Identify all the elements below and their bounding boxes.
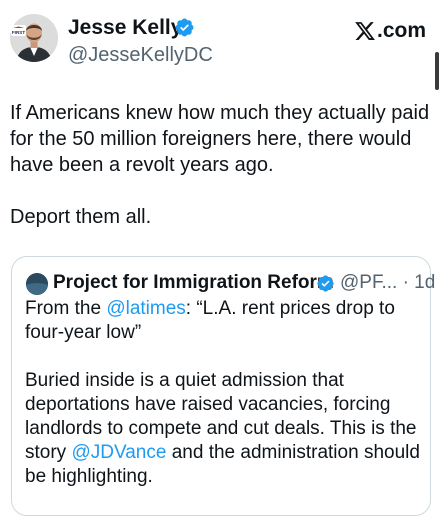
quoted-handle-time[interactable]: @PF... · 1d bbox=[340, 270, 435, 296]
quoted-tweet-card[interactable]: Project for Immigration Reform @PF... · … bbox=[11, 256, 435, 516]
mention-link-latimes[interactable]: @latimes bbox=[106, 298, 185, 319]
x-domain-label: .com bbox=[377, 19, 427, 42]
quoted-author-name[interactable]: Project for Immigration Reform bbox=[53, 270, 334, 296]
tweet-paragraph: Deport them all. bbox=[10, 206, 152, 228]
verified-badge-icon bbox=[175, 18, 194, 37]
author-handle[interactable]: @JesseKellyDC bbox=[68, 43, 213, 67]
tweet-header: FIRST Jesse Kelly @JesseKellyDC .com bbox=[0, 0, 445, 90]
tweet-paragraph: If Americans knew how much they actually… bbox=[10, 102, 430, 176]
quoted-tweet-body: From the @latimes: “L.A. rent prices dro… bbox=[25, 297, 423, 489]
quoted-paragraph: From the @latimes: “L.A. rent prices dro… bbox=[25, 297, 423, 345]
tweet-body: If Americans knew how much they actually… bbox=[10, 100, 435, 230]
quoted-author-avatar[interactable] bbox=[26, 273, 48, 295]
avatar-badge-text: FIRST bbox=[12, 30, 25, 35]
quoted-paragraph: Buried inside is a quiet admission that … bbox=[25, 369, 423, 489]
author-avatar[interactable]: FIRST bbox=[10, 14, 58, 62]
mention-link-jdvance[interactable]: @JDVance bbox=[71, 442, 166, 463]
author-avatar-image: FIRST bbox=[10, 14, 58, 62]
scrollbar[interactable] bbox=[435, 52, 439, 90]
x-logo-icon bbox=[355, 22, 375, 40]
quoted-avatar-image bbox=[26, 273, 48, 295]
quoted-text: From the bbox=[25, 298, 107, 319]
author-name[interactable]: Jesse Kelly bbox=[68, 16, 182, 40]
quoted-verified-badge-icon bbox=[317, 275, 334, 292]
